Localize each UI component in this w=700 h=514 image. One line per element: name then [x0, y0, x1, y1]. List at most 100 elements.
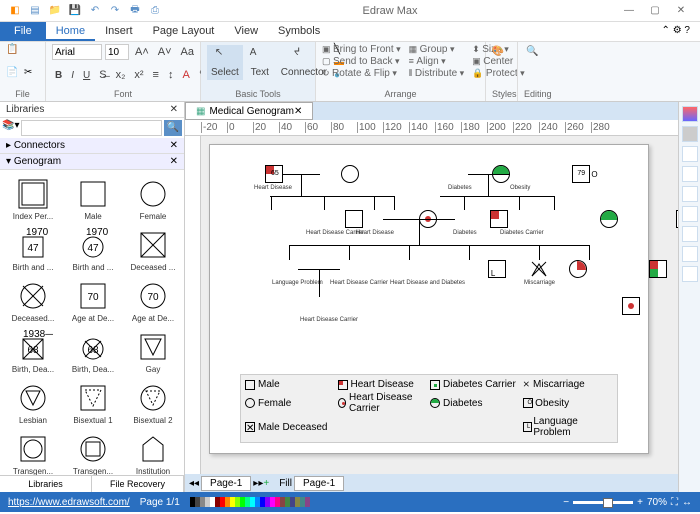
- open-icon[interactable]: 📁: [48, 4, 62, 18]
- fit-width-icon[interactable]: ↔: [682, 497, 692, 508]
- styles-button[interactable]: 🎨: [492, 44, 511, 68]
- genogram-section[interactable]: ▾ Genogram✕: [0, 154, 184, 170]
- add-page-icon[interactable]: +: [263, 478, 269, 489]
- preview-icon[interactable]: ⎙: [148, 4, 162, 18]
- shape-gay[interactable]: Gay: [124, 327, 182, 376]
- rb-shadow-icon[interactable]: [682, 166, 698, 182]
- underline-icon[interactable]: U: [80, 68, 93, 82]
- distribute[interactable]: ⫴ Distribute ▾: [409, 68, 465, 79]
- textcolor-icon[interactable]: A: [179, 68, 192, 82]
- minimize-icon[interactable]: —: [620, 5, 638, 16]
- shape-bisexual2[interactable]: Bisextual 2: [124, 378, 182, 427]
- font-name-input[interactable]: [52, 44, 102, 60]
- search-icon[interactable]: 🔍: [164, 120, 182, 136]
- lib-dropdown-icon[interactable]: 📚▾: [2, 120, 19, 136]
- node-hdd-m3[interactable]: [649, 260, 667, 278]
- italic-icon[interactable]: I: [68, 68, 77, 82]
- shape-age-female[interactable]: 70Age at De...: [124, 276, 182, 325]
- tab-insert[interactable]: Insert: [95, 22, 143, 41]
- select-tool[interactable]: ↖Select: [207, 45, 243, 80]
- rb-layer-icon[interactable]: [682, 206, 698, 222]
- tab-file-recovery[interactable]: File Recovery: [92, 476, 184, 492]
- rotate-flip[interactable]: ↻ Rotate & Flip ▾: [322, 68, 401, 79]
- save-icon[interactable]: 💾: [68, 4, 82, 18]
- sub-icon[interactable]: x₂: [113, 68, 129, 82]
- send-back[interactable]: ▢ Send to Back ▾: [322, 56, 401, 67]
- tab-symbols[interactable]: Symbols: [268, 22, 330, 41]
- align[interactable]: ≡ Align ▾: [409, 56, 465, 67]
- shape-male[interactable]: Male: [64, 174, 122, 223]
- prev-page-icon[interactable]: ◂◂: [189, 478, 199, 489]
- shape-female[interactable]: Female: [124, 174, 182, 223]
- zoom-slider[interactable]: [573, 501, 633, 504]
- close-panel-icon[interactable]: ✕: [170, 104, 178, 115]
- node-diabetes-f2[interactable]: [600, 210, 618, 228]
- print-icon[interactable]: 🖶: [128, 4, 142, 18]
- file-menu[interactable]: File: [0, 22, 46, 41]
- text-tool[interactable]: AText: [246, 45, 274, 80]
- shape-institution[interactable]: Institution: [124, 429, 182, 475]
- new-icon[interactable]: ▤: [28, 4, 42, 18]
- paste-icon[interactable]: 📋: [6, 44, 22, 60]
- status-url[interactable]: https://www.edrawsoft.com/: [8, 497, 130, 508]
- rb-line-icon[interactable]: [682, 146, 698, 162]
- doc-tab[interactable]: Medical Genogram ✕: [185, 102, 313, 120]
- sup-icon[interactable]: x²: [131, 68, 146, 82]
- rb-history-icon[interactable]: [682, 266, 698, 282]
- tab-libraries[interactable]: Libraries: [0, 476, 92, 492]
- cut-icon[interactable]: ✂: [24, 67, 39, 83]
- shape-birth-death-m[interactable]: 681938—2005Birth, Dea...: [4, 327, 62, 376]
- page-tab[interactable]: Page-1: [201, 476, 251, 491]
- zoom-in-icon[interactable]: +: [637, 497, 643, 508]
- shape-transgen1[interactable]: Transgen...: [4, 429, 62, 475]
- zoom-out-icon[interactable]: −: [563, 497, 569, 508]
- shape-deceased[interactable]: Deceased ...: [124, 225, 182, 274]
- shape-bisexual1[interactable]: Bisextual 1: [64, 378, 122, 427]
- decrease-font-icon[interactable]: A˅: [155, 45, 175, 59]
- rb-text-icon[interactable]: [682, 186, 698, 202]
- shape-age-male[interactable]: 70Age at De...: [64, 276, 122, 325]
- node-hdc-m4[interactable]: [622, 297, 640, 315]
- connectors-section[interactable]: ▸ Connectors✕: [0, 138, 184, 154]
- help-icon[interactable]: ⌃ ⚙ ?: [652, 22, 700, 41]
- rb-comment-icon[interactable]: [682, 246, 698, 262]
- font-size-input[interactable]: [105, 44, 129, 60]
- fit-page-icon[interactable]: ⛶: [671, 497, 678, 508]
- node-dc-m2[interactable]: [676, 210, 678, 228]
- shape-birth-male[interactable]: 471970 →Birth and ...: [4, 225, 62, 274]
- page[interactable]: 65 Heart Disease Diabetes 79O Obesity: [209, 144, 649, 454]
- canvas[interactable]: 65 Heart Disease Diabetes 79O Obesity: [201, 136, 678, 474]
- undo-icon[interactable]: ↶: [88, 4, 102, 18]
- color-palette[interactable]: [190, 497, 310, 507]
- copy-icon[interactable]: 📄: [6, 67, 21, 83]
- node-obesity-m1[interactable]: 79O: [572, 165, 590, 183]
- spacing-icon[interactable]: ↕: [165, 68, 177, 82]
- increase-font-icon[interactable]: A˄: [132, 45, 152, 59]
- close-icon[interactable]: ✕: [672, 5, 690, 16]
- node-lang-m3[interactable]: L: [488, 260, 506, 278]
- rb-fill-icon[interactable]: [682, 106, 698, 122]
- next-page-icon[interactable]: ▸▸: [253, 478, 263, 489]
- shape-index-person[interactable]: Index Per...: [4, 174, 62, 223]
- rb-gradient-icon[interactable]: [682, 126, 698, 142]
- node-heart-disease-m1[interactable]: 65: [265, 165, 283, 183]
- shape-deceased2[interactable]: Deceased...: [4, 276, 62, 325]
- rb-page-icon[interactable]: [682, 226, 698, 242]
- bring-front[interactable]: ▣ Bring to Front ▾: [322, 44, 401, 55]
- shape-lesbian[interactable]: Lesbian: [4, 378, 62, 427]
- node-female-1[interactable]: [341, 165, 359, 183]
- redo-icon[interactable]: ↷: [108, 4, 122, 18]
- caps-icon[interactable]: Aa: [178, 45, 197, 59]
- shape-birth-death-f[interactable]: 68Birth, Dea...: [64, 327, 122, 376]
- tab-view[interactable]: View: [224, 22, 268, 41]
- editing-button[interactable]: 🔍: [524, 44, 548, 68]
- bullets-icon[interactable]: ≡: [150, 68, 162, 82]
- tab-page-layout[interactable]: Page Layout: [143, 22, 225, 41]
- shape-birth-female[interactable]: 471970 →Birth and ...: [64, 225, 122, 274]
- node-misc[interactable]: [530, 260, 548, 281]
- node-heart-m2[interactable]: [490, 210, 508, 228]
- node-male-2a[interactable]: [345, 210, 363, 228]
- search-input[interactable]: [21, 120, 162, 136]
- page-tab-2[interactable]: Page-1: [294, 476, 344, 491]
- node-hdc-f3[interactable]: [569, 260, 587, 278]
